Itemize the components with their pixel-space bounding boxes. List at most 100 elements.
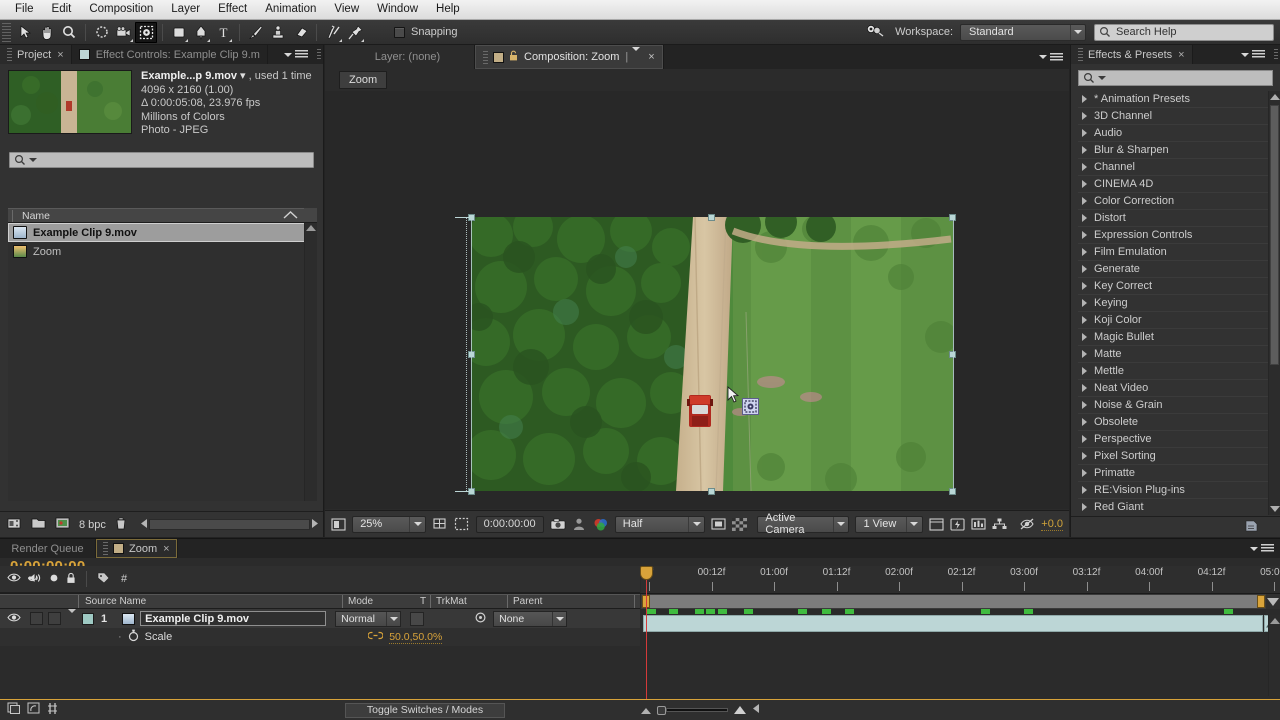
- hand-tool[interactable]: [36, 22, 58, 43]
- type-tool[interactable]: T: [212, 22, 234, 43]
- effects-category-row[interactable]: Channel: [1078, 159, 1274, 176]
- layer-duration-bar[interactable]: [643, 615, 1263, 632]
- effects-category-row[interactable]: Generate: [1078, 261, 1274, 278]
- column-trkmat-label[interactable]: TrkMat: [436, 596, 467, 607]
- footage-dropdown-arrow[interactable]: ▾: [240, 70, 246, 82]
- effects-panel-grip[interactable]: [1271, 45, 1280, 64]
- chevron-right-icon[interactable]: [1082, 112, 1087, 120]
- column-parent-label[interactable]: Parent: [513, 596, 542, 607]
- toggle-transparency-checkerboard-icon[interactable]: [732, 516, 748, 533]
- new-folder-icon[interactable]: [31, 517, 46, 532]
- chevron-right-icon[interactable]: [1082, 469, 1087, 477]
- menu-item-layer[interactable]: Layer: [162, 0, 209, 19]
- scroll-left-icon[interactable]: [140, 518, 149, 532]
- scroll-left-icon[interactable]: [752, 703, 761, 717]
- pan-behind-anchor-point-tool[interactable]: [135, 21, 157, 43]
- chevron-right-icon[interactable]: [1082, 299, 1087, 307]
- menu-item-edit[interactable]: Edit: [43, 0, 81, 19]
- chevron-right-icon[interactable]: [1082, 197, 1087, 205]
- pen-tool[interactable]: [190, 22, 212, 43]
- effects-category-row[interactable]: Koji Color: [1078, 312, 1274, 329]
- label-color-icon[interactable]: [97, 572, 110, 587]
- exposure-reset-icon[interactable]: [1019, 516, 1035, 533]
- timeline-view-icon[interactable]: [971, 516, 986, 533]
- audio-icon[interactable]: [27, 572, 42, 587]
- lock-icon[interactable]: [509, 50, 518, 64]
- chevron-right-icon[interactable]: [1082, 214, 1087, 222]
- project-horizontal-scrollbar[interactable]: [140, 518, 319, 531]
- effects-category-row[interactable]: Blur & Sharpen: [1078, 142, 1274, 159]
- effects-category-row[interactable]: Primatte: [1078, 465, 1274, 482]
- tab-composition-zoom[interactable]: Composition: Zoom | ×: [475, 45, 664, 69]
- interpret-footage-icon[interactable]: [55, 517, 70, 532]
- effects-category-row[interactable]: Pixel Sorting: [1078, 448, 1274, 465]
- effects-category-row[interactable]: Audio: [1078, 125, 1274, 142]
- solo-icon[interactable]: [49, 573, 59, 586]
- chevron-right-icon[interactable]: [1082, 384, 1087, 392]
- magnification-dropdown[interactable]: 25%: [352, 515, 427, 533]
- current-time-display[interactable]: 0:00:00:00: [475, 515, 544, 533]
- column-source-name-label[interactable]: Source Name: [85, 596, 146, 607]
- take-snapshot-icon[interactable]: [550, 516, 566, 533]
- breadcrumb-item-zoom[interactable]: Zoom: [339, 71, 388, 89]
- chevron-right-icon[interactable]: [1082, 418, 1087, 426]
- property-name[interactable]: Scale: [145, 631, 173, 643]
- menu-item-animation[interactable]: Animation: [256, 0, 325, 19]
- layer-solo-toggle[interactable]: [48, 612, 61, 625]
- effects-category-row[interactable]: Obsolete: [1078, 414, 1274, 431]
- effects-category-row[interactable]: Color Correction: [1078, 193, 1274, 210]
- timeline-zoom-slider[interactable]: [640, 705, 747, 715]
- selection-handle-bottom-center[interactable]: [708, 488, 715, 495]
- menu-item-view[interactable]: View: [325, 0, 368, 19]
- parent-pickwhip-icon[interactable]: [474, 611, 487, 627]
- region-of-interest-icon[interactable]: [711, 516, 726, 533]
- layer-trkmat-box[interactable]: [410, 611, 425, 626]
- chevron-right-icon[interactable]: [1082, 231, 1087, 239]
- show-snapshot-icon[interactable]: [572, 516, 587, 533]
- selection-handle-top-center[interactable]: [708, 214, 715, 221]
- video-visibility-icon[interactable]: [7, 572, 21, 586]
- effects-search-input[interactable]: [1078, 70, 1273, 86]
- effects-category-row[interactable]: Keying: [1078, 295, 1274, 312]
- effects-category-row[interactable]: Perspective: [1078, 431, 1274, 448]
- work-area-menu-icon[interactable]: [1266, 594, 1280, 609]
- zoom-slider-thumb[interactable]: [657, 705, 666, 715]
- workspace-switcher-icon[interactable]: [866, 24, 885, 40]
- search-help-input[interactable]: Search Help: [1094, 23, 1274, 41]
- chevron-right-icon[interactable]: [1082, 452, 1087, 460]
- workspace-dropdown[interactable]: Standard: [960, 23, 1086, 41]
- effects-category-row[interactable]: Key Correct: [1078, 278, 1274, 295]
- effects-category-row[interactable]: Mettle: [1078, 363, 1274, 380]
- timeline-panel-menu-button[interactable]: [1244, 539, 1280, 558]
- menu-item-effect[interactable]: Effect: [209, 0, 256, 19]
- menu-item-window[interactable]: Window: [368, 0, 427, 19]
- project-search-input[interactable]: [9, 152, 314, 168]
- layer-video-toggle-icon[interactable]: [7, 612, 21, 626]
- scroll-up-icon[interactable]: [1269, 92, 1280, 102]
- close-icon[interactable]: ×: [163, 543, 169, 555]
- tab-layer[interactable]: Layer: (none): [325, 45, 475, 69]
- bit-depth-label[interactable]: 8 bpc: [79, 519, 106, 531]
- chevron-right-icon[interactable]: [1082, 163, 1087, 171]
- selection-tool[interactable]: [14, 22, 36, 43]
- chevron-right-icon[interactable]: [1082, 401, 1087, 409]
- brush-tool[interactable]: [245, 22, 267, 43]
- effects-category-row[interactable]: Magic Bullet: [1078, 329, 1274, 346]
- show-channel-icon[interactable]: [593, 516, 609, 533]
- property-value[interactable]: 50.0,50.0%: [389, 631, 443, 644]
- effects-category-row[interactable]: Red Giant: [1078, 499, 1274, 515]
- effects-panel-menu-button[interactable]: [1235, 45, 1271, 64]
- scroll-right-icon[interactable]: [310, 518, 319, 532]
- effects-category-row[interactable]: Film Emulation: [1078, 244, 1274, 261]
- snapping-control[interactable]: Snapping: [394, 26, 458, 38]
- tab-render-queue[interactable]: Render Queue: [0, 539, 96, 558]
- current-time-indicator-handle[interactable]: [640, 566, 653, 580]
- eraser-tool[interactable]: [289, 22, 311, 43]
- sort-ascending-icon[interactable]: [283, 210, 298, 222]
- chevron-right-icon[interactable]: [1082, 333, 1087, 341]
- chevron-right-icon[interactable]: [1082, 367, 1087, 375]
- pixel-aspect-correction-icon[interactable]: [929, 516, 944, 533]
- project-panel-grip[interactable]: [314, 45, 323, 64]
- rotation-tool[interactable]: [91, 22, 113, 43]
- menu-item-file[interactable]: File: [6, 0, 43, 19]
